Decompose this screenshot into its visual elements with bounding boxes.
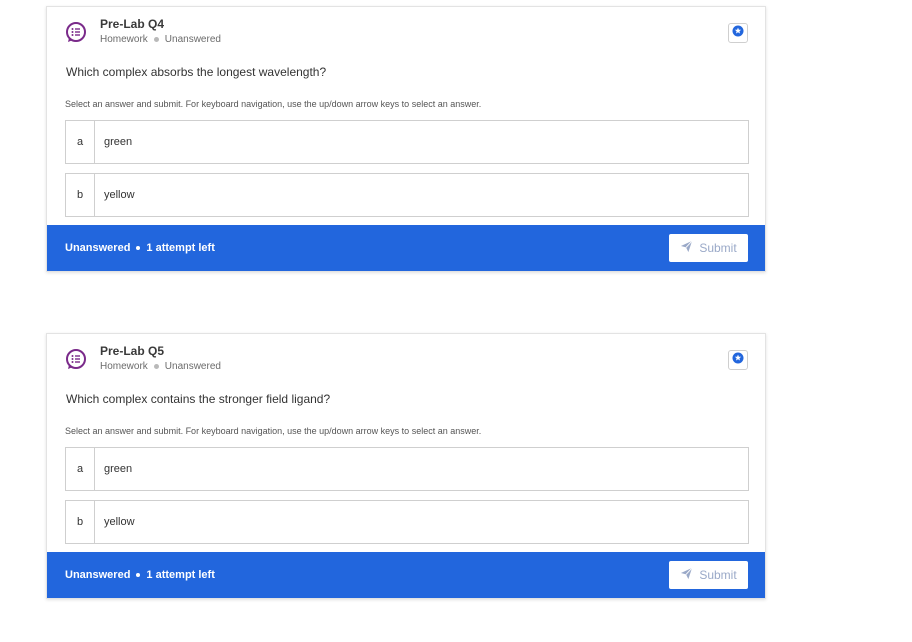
assignment-type: Homework [100,34,148,45]
question-text: Which complex contains the stronger fiel… [66,392,331,406]
separator-dot [136,573,141,577]
answer-option-b[interactable]: b yellow [65,173,749,217]
separator-dot [153,364,159,369]
answer-option-a[interactable]: a green [65,120,749,164]
question-status: Unanswered [164,34,221,45]
question-text: Which complex absorbs the longest wavele… [66,65,327,79]
option-text: yellow [104,516,135,528]
submit-label: Submit [699,568,737,582]
question-meta: Homework Unanswered [100,34,221,45]
question-title: Pre-Lab Q5 [100,344,165,358]
footer-status: Unanswered [65,569,131,581]
star-badge-icon [732,24,744,42]
separator-dot [153,37,159,42]
option-text: yellow [104,189,135,201]
question-list-icon [65,21,87,43]
submit-label: Submit [699,241,737,255]
option-letter: b [66,501,95,543]
footer-status: Unanswered [65,242,131,254]
question-status: Unanswered [164,361,221,372]
option-letter: a [66,121,95,163]
answer-instructions: Select an answer and submit. For keyboar… [65,426,482,436]
answer-instructions: Select an answer and submit. For keyboar… [65,99,482,109]
question-card-q4: Pre-Lab Q4 Homework Unanswered Which com… [46,6,766,272]
attempts-left: 1 attempt left [146,569,215,581]
attempt-status: Unanswered 1 attempt left [65,569,215,581]
option-letter: b [66,174,95,216]
card-footer: Unanswered 1 attempt left Submit [47,552,765,598]
assignment-type: Homework [100,361,148,372]
submit-button[interactable]: Submit [669,234,748,262]
attempt-status: Unanswered 1 attempt left [65,242,215,254]
send-icon [680,567,693,583]
answer-option-b[interactable]: b yellow [65,500,749,544]
option-text: green [104,463,133,475]
bookmark-button[interactable] [728,23,748,43]
question-list-icon [65,348,87,370]
card-footer: Unanswered 1 attempt left Submit [47,225,765,271]
star-badge-icon [732,351,744,369]
answer-option-a[interactable]: a green [65,447,749,491]
option-letter: a [66,448,95,490]
question-meta: Homework Unanswered [100,361,221,372]
question-title: Pre-Lab Q4 [100,17,165,31]
separator-dot [136,246,141,250]
send-icon [680,240,693,256]
attempts-left: 1 attempt left [146,242,215,254]
submit-button[interactable]: Submit [669,561,748,589]
option-text: green [104,136,133,148]
question-card-q5: Pre-Lab Q5 Homework Unanswered Which com… [46,333,766,599]
bookmark-button[interactable] [728,350,748,370]
